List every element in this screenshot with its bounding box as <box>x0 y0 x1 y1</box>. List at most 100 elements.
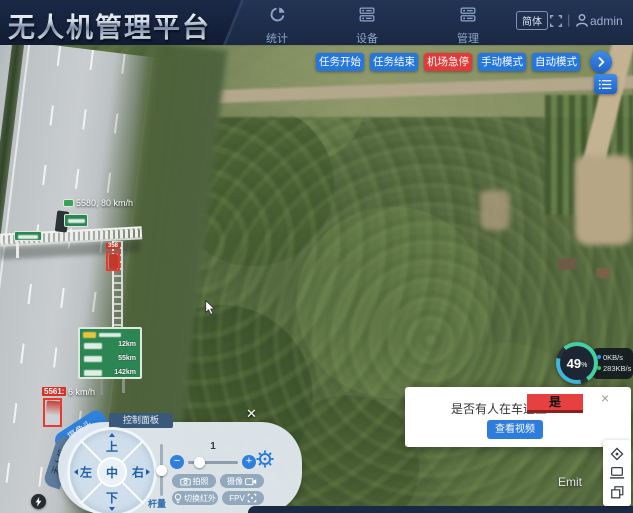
zoom-slider[interactable] <box>188 461 238 464</box>
sign-distance-1: 12km <box>118 341 136 348</box>
confirm-yes-button[interactable]: 是 <box>527 394 583 413</box>
copy-layers-icon[interactable] <box>610 485 625 500</box>
crop-rows <box>545 95 633 215</box>
manual-mode-button[interactable]: 手动模式 <box>478 53 526 71</box>
bulb-icon <box>174 493 182 504</box>
track-chip-1 <box>63 199 74 207</box>
laptop-icon[interactable] <box>609 466 625 480</box>
car-dark <box>55 210 69 232</box>
chevron-right-icon <box>594 55 608 69</box>
nav-devices[interactable]: 设备 <box>335 6 399 46</box>
fpv-button[interactable]: FPV <box>222 491 264 505</box>
list-icon <box>598 78 613 91</box>
nav-statistics-label: 统计 <box>245 30 309 46</box>
gantry-truss <box>0 226 142 246</box>
gantry-sign <box>64 214 88 227</box>
zoom-minus-button[interactable]: − <box>170 455 184 469</box>
sign-distance-2: 55km <box>118 355 136 362</box>
record-button[interactable]: 摄像 <box>220 474 264 488</box>
truck-red <box>45 401 61 426</box>
nav-management[interactable]: 管理 <box>436 6 500 46</box>
track-box-3 <box>106 251 120 271</box>
left-arrow-icon <box>74 469 78 475</box>
control-panel-close[interactable]: ✕ <box>246 406 257 422</box>
task-start-button[interactable]: 任务开始 <box>316 53 364 71</box>
gantry-leg <box>16 242 19 258</box>
dialog-close-icon[interactable]: × <box>601 390 609 406</box>
downlink-rate: 283KB/s <box>603 364 631 373</box>
track-id-2: 5561: <box>42 387 66 396</box>
uplink-row: 0KB/s <box>597 352 633 363</box>
task-list-button[interactable] <box>594 74 617 94</box>
app-title: 无人机管理平台 <box>8 6 211 45</box>
switch-infrared-button[interactable]: 切换红外 <box>172 491 218 505</box>
dpad-down-button[interactable]: 下 <box>106 489 118 506</box>
dirt-road-horizontal <box>205 76 633 104</box>
map-tools-panel <box>603 440 631 506</box>
track-speed-label-1: 5580, 80 km/h <box>76 198 133 208</box>
app-header: 无人机管理平台 统计 设备 管理 简体 <box>0 0 633 45</box>
view-video-button[interactable]: 查看视频 <box>487 420 543 439</box>
nav-statistics[interactable]: 统计 <box>245 6 309 46</box>
username[interactable]: admin <box>590 14 623 28</box>
lane-alert-dialog: 是否有人在车道上: 是 × 查看视频 <box>405 387 631 447</box>
highway-median <box>0 45 24 513</box>
emergency-stop-button[interactable]: 机场急停 <box>424 53 472 71</box>
control-panel-title[interactable]: 控制面板 <box>109 413 173 428</box>
track-id-3: 358 <box>106 243 120 249</box>
gimbal-settings-button[interactable] <box>256 450 274 473</box>
mouse-cursor <box>205 300 216 316</box>
battery-gauge: 49% <box>556 342 598 384</box>
player-info-button[interactable] <box>31 494 46 509</box>
truck-red-small <box>109 254 118 269</box>
drone-management-app: 5580, 80 km/h 358 5561: 6 km/h 12km 55km… <box>0 0 633 513</box>
photo-button[interactable]: 拍照 <box>172 474 216 488</box>
gimbal-dpad[interactable]: 上 下 左 右 中 <box>67 427 157 513</box>
farm-house-2 <box>596 268 611 279</box>
fpv-view-icon <box>247 493 257 503</box>
farm-house <box>557 257 576 271</box>
server-stack-icon-2 <box>459 6 477 23</box>
camera-icon <box>180 477 191 486</box>
dpad-up-button[interactable]: 上 <box>106 438 118 455</box>
dpad-left-button[interactable]: 左 <box>80 464 92 481</box>
down-arrow-icon <box>109 507 115 511</box>
stick-slider-knob[interactable] <box>156 465 167 476</box>
dpad-center-button[interactable]: 中 <box>97 457 127 487</box>
zoom-plus-button[interactable]: + <box>242 455 256 469</box>
zoom-value: 1 <box>188 441 238 452</box>
header-divider: | <box>567 12 570 27</box>
gantry-tower <box>112 241 123 333</box>
fullscreen-icon[interactable] <box>549 14 563 28</box>
pie-chart-icon <box>269 6 286 23</box>
emit-label: Emit <box>558 475 582 489</box>
position-diamond-icon[interactable] <box>609 446 625 462</box>
nav-devices-label: 设备 <box>335 30 399 46</box>
track-speed-2: 6 km/h <box>68 387 95 397</box>
right-arrow-icon <box>146 469 150 475</box>
video-bottom-edge <box>248 506 633 513</box>
expand-toolbar-button[interactable] <box>590 51 612 73</box>
uplink-rate: 0KB/s <box>603 353 623 362</box>
stick-amount-label: 杆量 <box>148 497 166 510</box>
bare-field <box>575 155 633 245</box>
language-toggle-button[interactable]: 简体 <box>516 11 548 30</box>
road-sign-small <box>14 231 42 241</box>
track-box-2 <box>43 398 62 427</box>
up-arrow-icon <box>109 433 115 437</box>
task-end-button[interactable]: 任务结束 <box>370 53 418 71</box>
server-stack-icon <box>358 6 376 23</box>
bolt-icon <box>35 497 42 507</box>
network-rate-panel: 0KB/s 283KB/s <box>592 348 633 379</box>
nav-management-label: 管理 <box>436 30 500 46</box>
user-icon <box>575 13 589 28</box>
zoom-slider-knob[interactable] <box>194 457 205 468</box>
downlink-row: 283KB/s <box>597 363 633 374</box>
stick-amount-slider[interactable] <box>160 444 163 496</box>
auto-mode-button[interactable]: 自动模式 <box>532 53 580 71</box>
gear-icon <box>256 450 274 468</box>
bare-field-2 <box>480 190 510 230</box>
sign-distance-3: 142km <box>114 369 136 376</box>
highway-distance-sign: 12km 55km 142km <box>78 327 142 379</box>
dpad-right-button[interactable]: 右 <box>132 464 144 481</box>
